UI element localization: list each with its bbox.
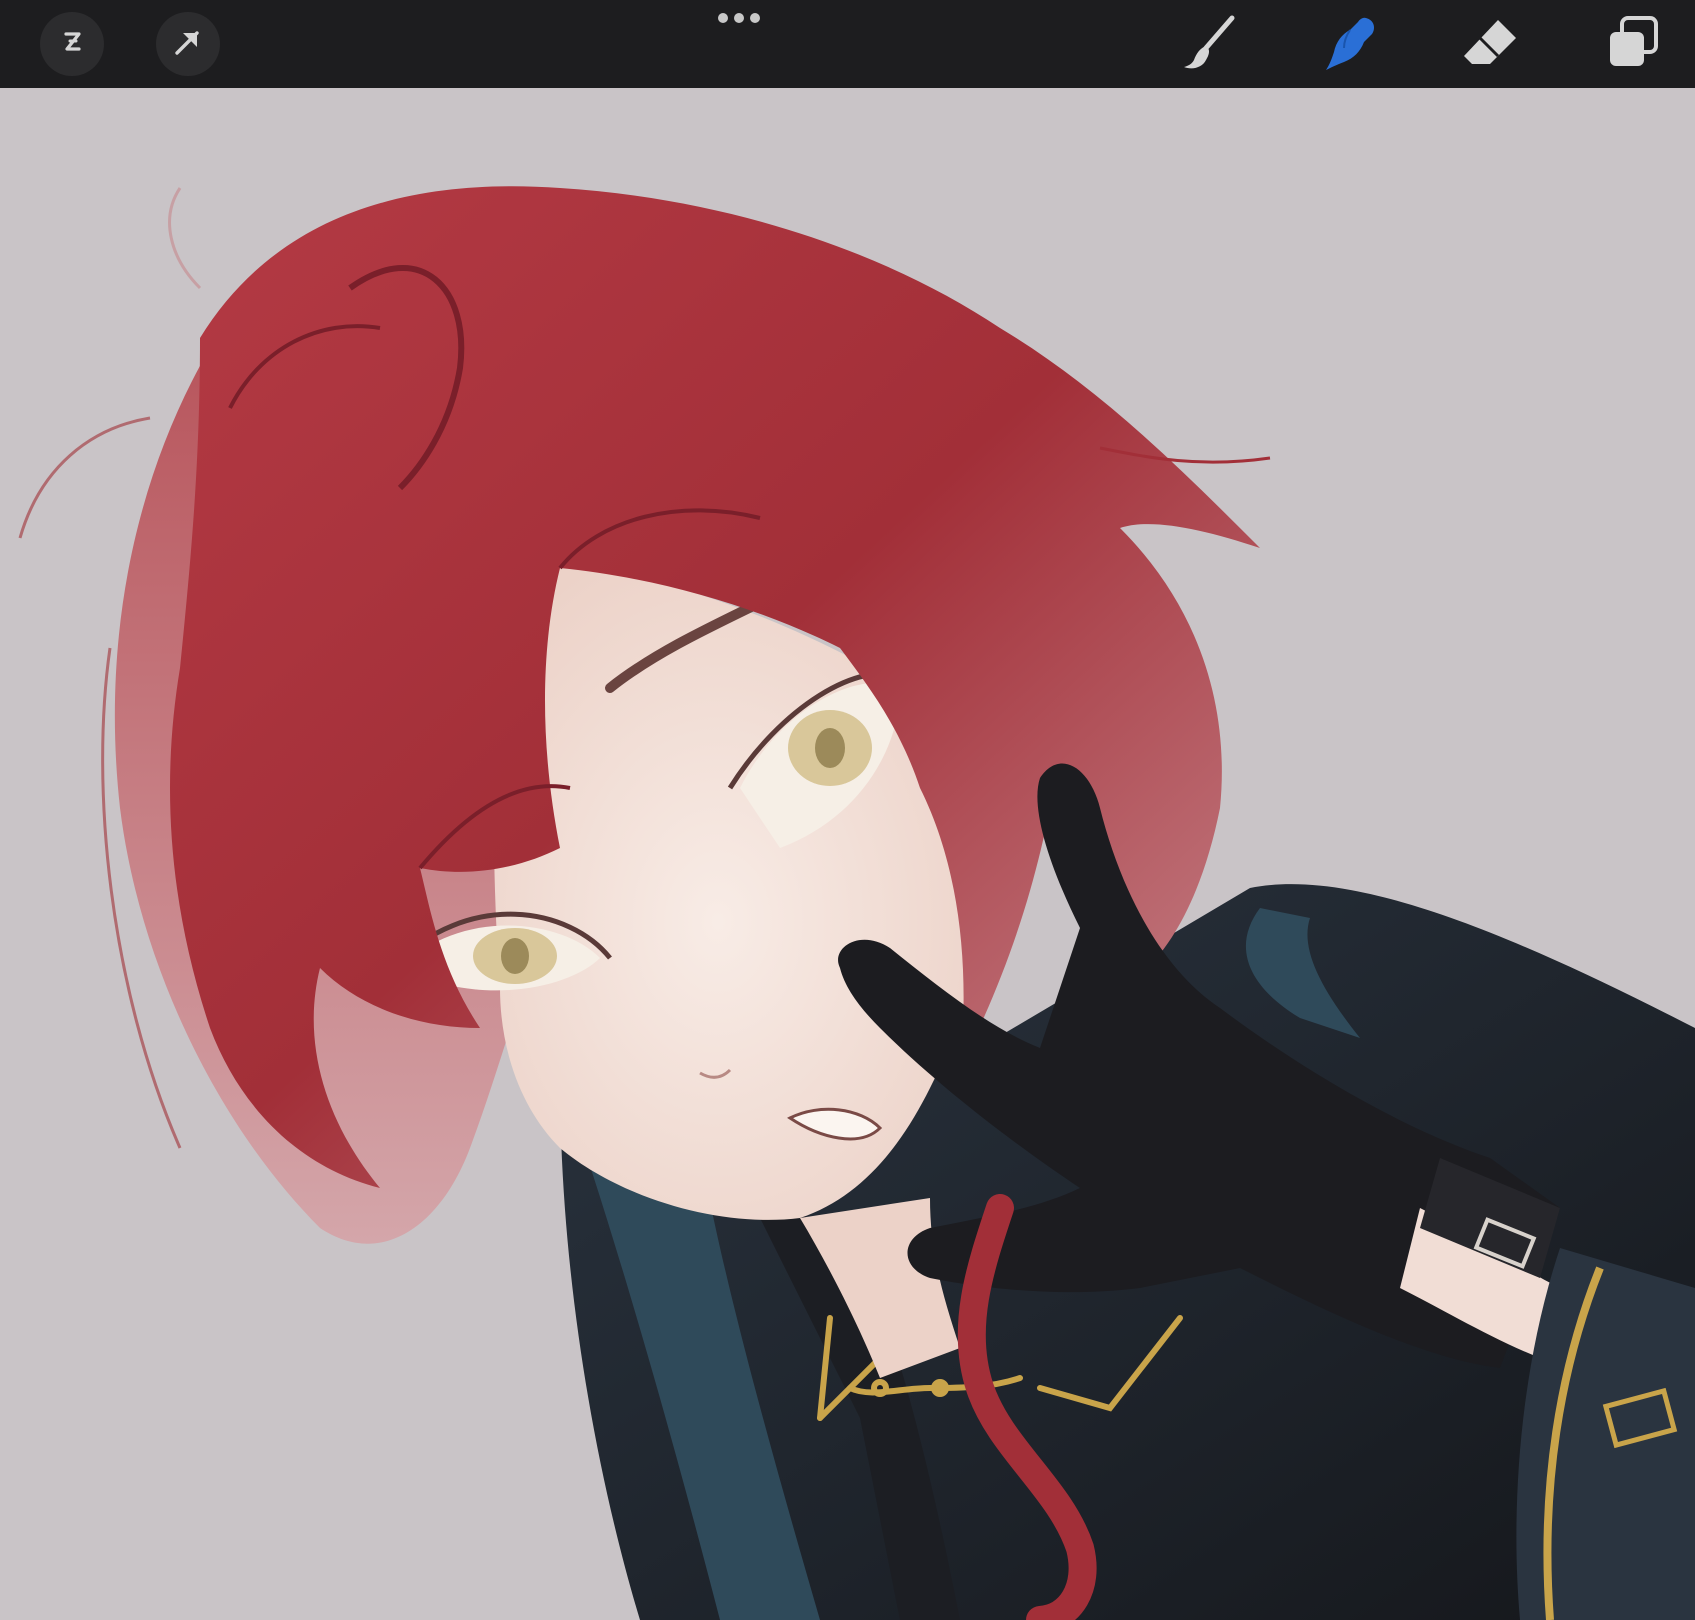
artwork	[0, 88, 1695, 1620]
smudge-tool-button[interactable]	[1318, 12, 1384, 78]
eraser-tool-button[interactable]	[1458, 12, 1524, 78]
paintbrush-icon	[1178, 12, 1240, 79]
selection-button[interactable]	[156, 12, 220, 76]
top-toolbar	[0, 0, 1695, 88]
layers-button[interactable]	[1600, 12, 1666, 78]
eraser-icon	[1460, 12, 1522, 79]
drawing-canvas[interactable]	[0, 88, 1695, 1620]
smudge-finger-icon	[1320, 12, 1382, 79]
adjustments-button[interactable]	[40, 12, 104, 76]
brush-tool-button[interactable]	[1176, 12, 1242, 78]
adjustments-s-icon	[55, 25, 89, 64]
more-options-button[interactable]	[712, 6, 766, 34]
arrow-cursor-icon	[171, 25, 205, 64]
procreate-app	[0, 0, 1695, 1620]
layers-icon	[1602, 12, 1664, 79]
more-dots-icon	[715, 11, 763, 30]
